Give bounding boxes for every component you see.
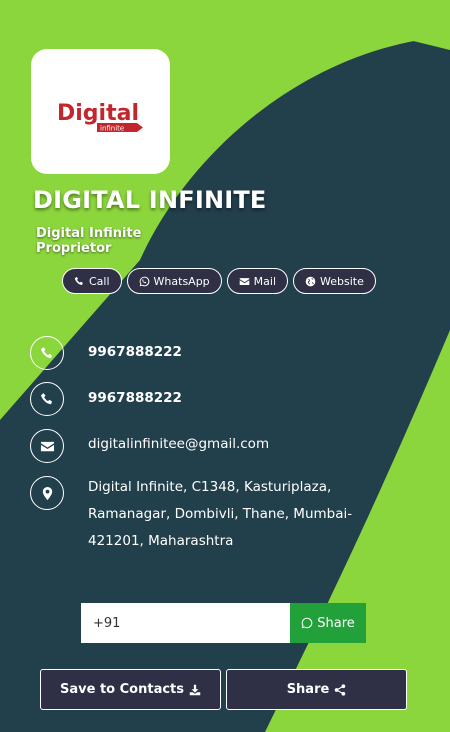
phone-icon-circle xyxy=(30,336,64,370)
mail-button[interactable]: Mail xyxy=(226,268,289,294)
email-address[interactable]: digitalinfinitee@gmail.com xyxy=(88,436,269,452)
website-label: Website xyxy=(320,274,364,288)
mail-icon xyxy=(40,441,54,451)
share-label: Share xyxy=(286,682,330,697)
address-row[interactable]: Digital Infinite, C1348, Kasturiplaza, R… xyxy=(30,476,373,555)
website-button[interactable]: Website xyxy=(293,268,376,294)
share-icon xyxy=(335,683,346,696)
logo-word: Digital xyxy=(57,101,139,126)
whatsapp-number-input[interactable] xyxy=(81,603,290,643)
share-button[interactable]: Share xyxy=(226,669,407,710)
whatsapp-icon xyxy=(301,617,313,629)
phone-icon xyxy=(74,276,83,285)
phone-row-1[interactable]: 9967888222 xyxy=(30,336,182,370)
company-name: DIGITAL INFINITE xyxy=(33,186,267,214)
mail-icon-circle xyxy=(30,429,64,463)
company-logo-card: Digital infinite xyxy=(31,49,170,174)
quick-actions: Call WhatsApp Mail Website xyxy=(62,268,376,294)
save-contacts-wrapper: Save to Contacts xyxy=(40,669,221,710)
email-row[interactable]: digitalinfinitee@gmail.com xyxy=(30,429,269,463)
whatsapp-share-row: Share xyxy=(81,603,366,643)
logo-sub: infinite xyxy=(100,124,124,132)
globe-icon xyxy=(305,276,316,286)
mail-label: Mail xyxy=(253,274,277,288)
share-wrapper: Share xyxy=(226,669,407,710)
whatsapp-label: WhatsApp xyxy=(153,274,210,288)
whatsapp-button[interactable]: WhatsApp xyxy=(126,268,222,294)
address-text: Digital Infinite, C1348, Kasturiplaza, R… xyxy=(88,479,353,549)
company-logo: Digital infinite xyxy=(57,101,143,132)
save-to-contacts-button[interactable]: Save to Contacts xyxy=(40,669,221,710)
location-icon-circle xyxy=(30,476,64,510)
person-block: Digital Infinite Proprietor xyxy=(36,226,141,256)
phone-icon xyxy=(40,346,52,358)
whatsapp-share-label: Share xyxy=(317,615,355,631)
call-label: Call xyxy=(89,274,110,288)
phone-number-2[interactable]: 9967888222 xyxy=(88,390,182,406)
phone-number-1[interactable]: 9967888222 xyxy=(88,344,182,360)
person-name: Digital Infinite xyxy=(36,226,142,241)
phone-row-2[interactable]: 9967888222 xyxy=(30,382,182,416)
phone-icon xyxy=(40,392,52,404)
phone-icon-circle xyxy=(30,382,64,416)
person-title: Proprietor xyxy=(36,241,112,256)
whatsapp-icon xyxy=(139,276,149,286)
save-to-contacts-label: Save to Contacts xyxy=(60,682,184,697)
location-pin-icon xyxy=(42,486,52,500)
whatsapp-share-button[interactable]: Share xyxy=(290,603,366,643)
call-button[interactable]: Call xyxy=(62,268,122,294)
download-icon xyxy=(189,684,201,695)
mail-icon xyxy=(239,277,249,285)
